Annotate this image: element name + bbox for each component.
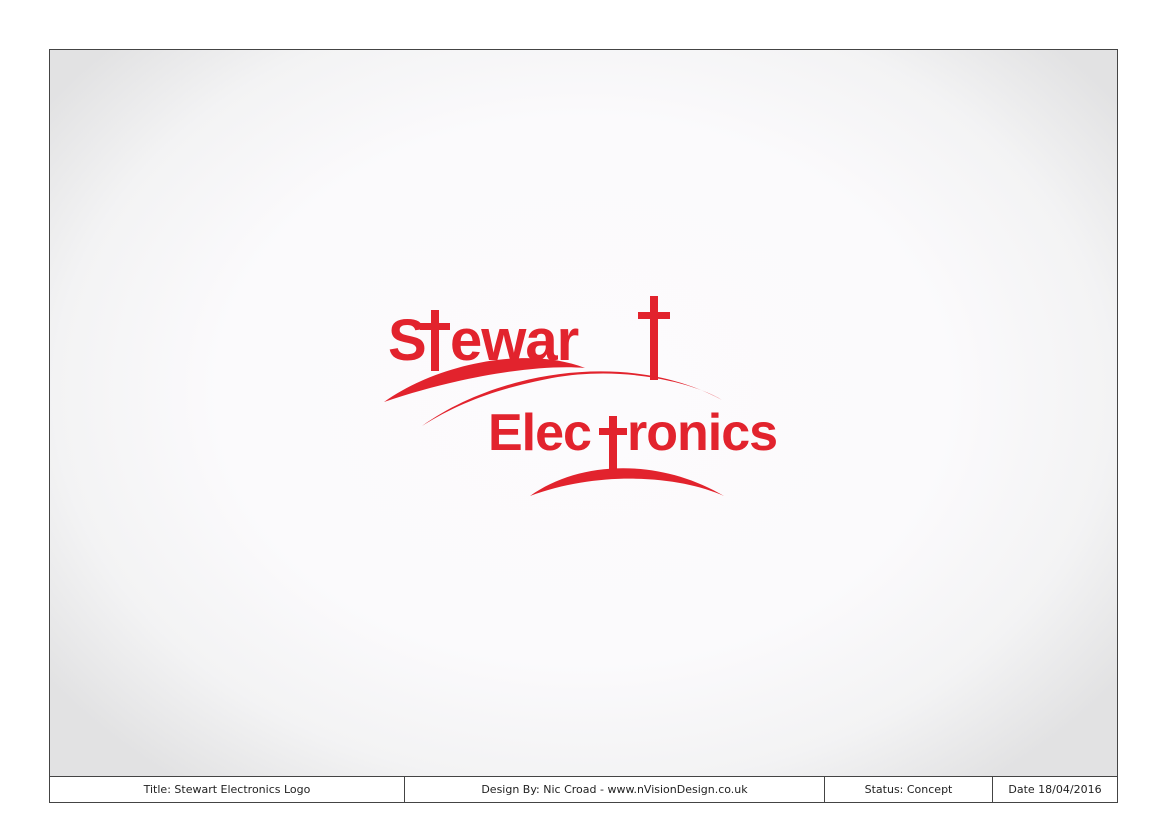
logo-line1-part-a: S: [388, 308, 426, 373]
cross-icon: [599, 416, 627, 474]
title-cell: Title: Stewart Electronics Logo: [50, 777, 405, 802]
designer-cell: Design By: Nic Croad - www.nVisionDesign…: [405, 777, 825, 802]
status-cell: Status: Concept: [825, 777, 993, 802]
stewart-electronics-logo: S ewar Elec ronics: [380, 290, 810, 500]
logo-line2-part-b: ronics: [627, 404, 777, 462]
logo-graphic: S ewar Elec ronics: [384, 296, 778, 496]
cross-icon: [638, 296, 670, 380]
lower-swoosh: [530, 468, 724, 496]
title-block: Title: Stewart Electronics Logo Design B…: [50, 776, 1117, 802]
artwork-canvas: S ewar Elec ronics: [50, 50, 1117, 776]
logo-line2-part-a-text: Elec: [488, 404, 591, 462]
date-cell: Date 18/04/2016: [1008, 783, 1102, 796]
drawing-sheet: S ewar Elec ronics Title: Stewart Electr…: [49, 49, 1118, 803]
